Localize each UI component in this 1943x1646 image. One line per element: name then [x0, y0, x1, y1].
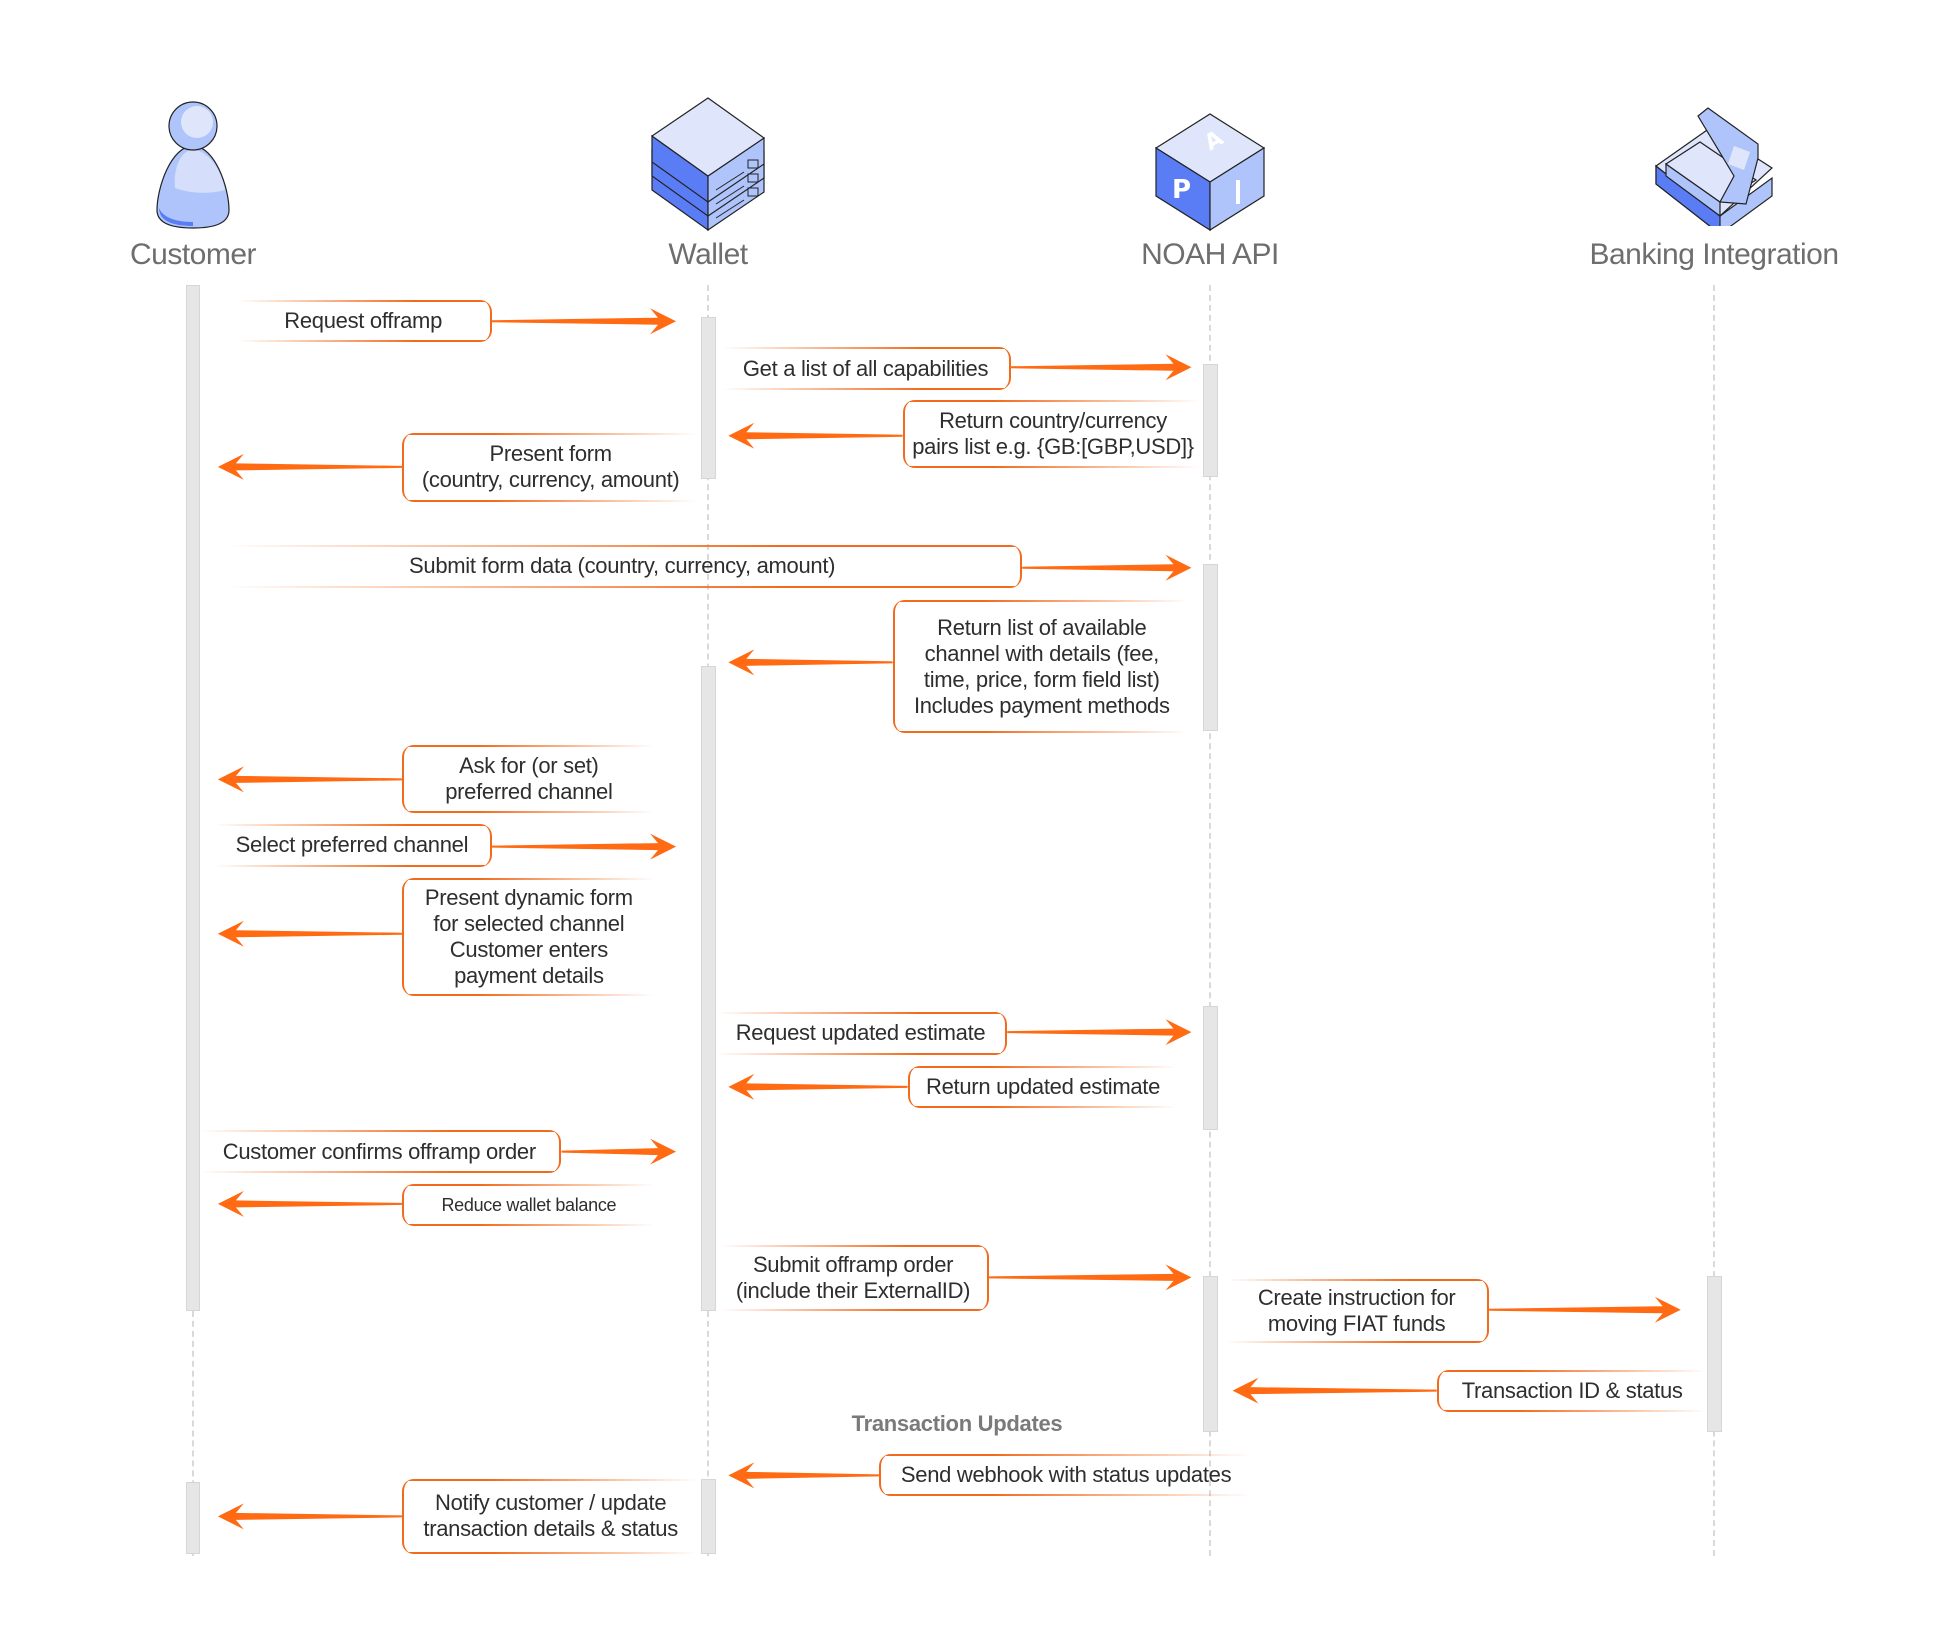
message-box: Submit form data (country, currency, amo… [224, 545, 1023, 588]
message-box: Return country/currency pairs list e.g. … [902, 399, 1202, 469]
person-icon [156, 101, 230, 229]
cash-register-icon [1654, 107, 1773, 226]
api-cube-icon: A P [1154, 113, 1266, 232]
message-box: Request offramp [236, 300, 492, 343]
arrow-left [217, 1503, 403, 1530]
arrow-right [491, 833, 677, 860]
arrow-right [491, 308, 677, 335]
actor-title-customer: Customer [129, 238, 257, 271]
arrow-left [217, 766, 403, 793]
actor-title-noah-api: NOAH API [1141, 238, 1279, 271]
arrow-left [1232, 1377, 1437, 1404]
arrow-left [728, 649, 893, 676]
message-box: Get a list of all capabilities [722, 347, 1011, 390]
message-box: Submit offramp order (include their Exte… [719, 1245, 989, 1311]
message-box: Select preferred channel [214, 824, 492, 867]
message-box: Customer confirms offramp order [199, 1130, 562, 1173]
server-stack-icon [650, 97, 766, 232]
arrow-right [1489, 1296, 1681, 1323]
actor-title-wallet: Wallet [668, 238, 748, 271]
message-box: Send webhook with status updates [878, 1454, 1252, 1497]
arrow-left [728, 1073, 908, 1100]
arrow-right [1022, 554, 1192, 581]
message-box: Return list of available channel with de… [892, 600, 1189, 734]
svg-text:P: P [1172, 175, 1191, 205]
arrow-right [1007, 1019, 1192, 1046]
message-box: Reduce wallet balance [402, 1183, 654, 1227]
actor-title-banking-integration: Banking Integration [1589, 238, 1839, 271]
arrow-right [1010, 354, 1192, 381]
message-box: Notify customer / update transaction det… [402, 1479, 698, 1554]
message-box: Present form (country, currency, amount) [402, 433, 698, 502]
sequence-diagram: A P Customer Wallet NOAH API Banking Int… [0, 0, 1943, 1646]
arrow-right [561, 1138, 677, 1165]
arrow-left [217, 1190, 403, 1217]
message-box: Create instruction for moving FIAT funds [1226, 1278, 1489, 1344]
arrow-left [217, 920, 403, 947]
message-box: Return updated estimate [907, 1065, 1177, 1109]
arrow-right [988, 1264, 1192, 1291]
message-box: Present dynamic form for selected channe… [402, 877, 654, 996]
message-box: Ask for (or set) preferred channel [402, 744, 654, 813]
message-box: Transaction ID & status [1436, 1369, 1706, 1412]
arrow-left [728, 1462, 879, 1489]
transaction-updates-label: Transaction Updates [851, 1411, 1063, 1436]
arrow-left [728, 422, 903, 449]
arrow-left [217, 453, 403, 480]
message-box: Request updated estimate [715, 1012, 1008, 1055]
